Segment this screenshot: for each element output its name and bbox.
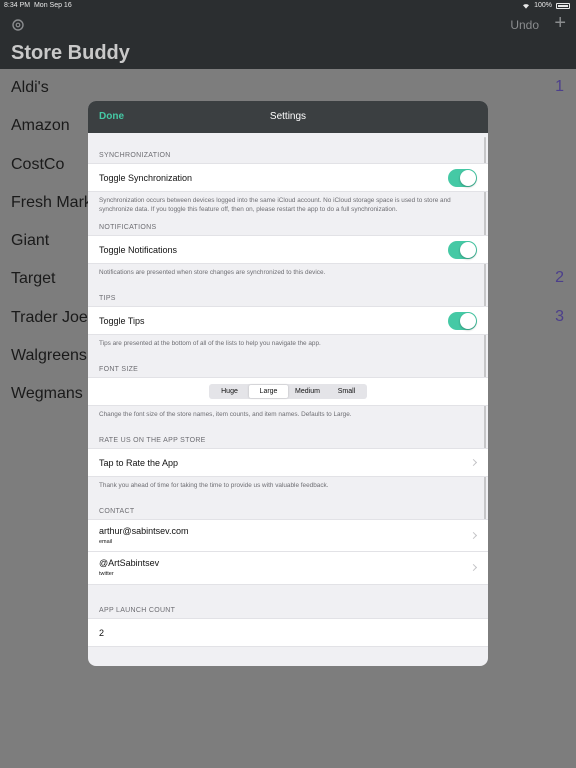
- tips-toggle[interactable]: [448, 312, 477, 330]
- section-header-contact: CONTACT: [99, 508, 135, 515]
- section-header-launch-count: APP LAUNCH COUNT: [99, 607, 176, 614]
- status-time-date: 8:34 PM Mon Sep 16: [4, 2, 72, 9]
- page-title: Store Buddy: [11, 42, 130, 64]
- settings-modal: Done Settings SYNCHRONIZATION Toggle Syn…: [88, 101, 488, 666]
- status-time: 8:34 PM: [4, 2, 31, 9]
- rate-app-cell[interactable]: Tap to Rate the App: [88, 448, 488, 477]
- font-size-small[interactable]: Small: [327, 385, 366, 398]
- section-header-font-size: FONT SIZE: [99, 366, 139, 373]
- add-store-button[interactable]: +: [554, 13, 566, 33]
- modal-header: Done Settings: [88, 101, 488, 133]
- battery-percent: 100%: [534, 2, 552, 9]
- font-size-segmented-control: Huge Large Medium Small: [209, 384, 367, 399]
- font-size-medium[interactable]: Medium: [288, 385, 327, 398]
- store-name: Giant: [11, 232, 50, 250]
- status-right: 100%: [522, 2, 570, 9]
- navigation-bar: Undo + Store Buddy: [0, 12, 576, 69]
- contact-twitter-value: @ArtSabintsev: [99, 558, 160, 568]
- contact-twitter-cell[interactable]: @ArtSabintsev twitter: [88, 552, 488, 585]
- store-name: Trader Joe's: [11, 308, 99, 326]
- store-count: 3: [555, 307, 564, 325]
- chevron-right-icon: [469, 563, 478, 572]
- scroll-indicator[interactable]: [484, 137, 486, 581]
- contact-email-value: arthur@sabintsev.com: [99, 526, 189, 536]
- contact-email-cell[interactable]: arthur@sabintsev.com email: [88, 519, 488, 552]
- contact-twitter-type: twitter: [99, 571, 114, 577]
- section-header-notifications: NOTIFICATIONS: [99, 224, 157, 231]
- store-count: 1: [555, 78, 564, 95]
- status-date: Mon Sep 16: [33, 2, 72, 9]
- store-name: Wegmans: [11, 385, 83, 403]
- store-count: 2: [555, 269, 564, 287]
- rate-app-label: Tap to Rate the App: [99, 458, 179, 468]
- rate-footer: Thank you ahead of time for taking the t…: [99, 482, 329, 489]
- wifi-icon: [523, 3, 530, 9]
- font-size-cell: Huge Large Medium Small: [88, 377, 488, 406]
- store-name: Target: [11, 270, 56, 288]
- launch-count-value: 2: [99, 628, 105, 638]
- sync-label: Toggle Synchronization: [99, 173, 193, 183]
- font-size-footer: Change the font size of the store names,…: [99, 411, 352, 418]
- font-size-huge[interactable]: Huge: [210, 385, 249, 398]
- tips-footer: Tips are presented at the bottom of all …: [99, 340, 321, 347]
- tips-label: Toggle Tips: [99, 316, 145, 326]
- section-header-tips: TIPS: [99, 295, 116, 302]
- launch-count-cell: 2: [88, 618, 488, 647]
- notifications-footer: Notifications are presented when store c…: [99, 269, 326, 276]
- chevron-right-icon: [469, 458, 478, 467]
- modal-title: Settings: [269, 111, 307, 122]
- battery-icon: [556, 2, 570, 9]
- font-size-large[interactable]: Large: [249, 385, 288, 398]
- gear-icon[interactable]: [11, 18, 25, 32]
- sync-toggle[interactable]: [448, 169, 477, 187]
- tips-cell: Toggle Tips: [88, 306, 488, 335]
- store-name: Aldi's: [11, 79, 49, 96]
- section-header-sync: SYNCHRONIZATION: [99, 152, 171, 159]
- notifications-toggle[interactable]: [448, 241, 477, 259]
- section-header-rate: RATE US ON THE APP STORE: [99, 437, 206, 444]
- store-name: Walgreens: [11, 347, 87, 365]
- font-size-control-wrap: Huge Large Medium Small: [88, 378, 488, 399]
- notifications-cell: Toggle Notifications: [88, 235, 488, 264]
- notifications-label: Toggle Notifications: [99, 245, 178, 255]
- chevron-right-icon: [469, 531, 478, 540]
- undo-button[interactable]: Undo: [510, 18, 539, 32]
- contact-email-type: email: [99, 539, 113, 545]
- store-name: CostCo: [11, 155, 65, 173]
- sync-cell: Toggle Synchronization: [88, 163, 488, 192]
- store-name: Amazon: [11, 117, 70, 135]
- status-bar: 8:34 PM Mon Sep 16 100%: [0, 0, 576, 12]
- sync-footer: Synchronization occurs between devices l…: [99, 197, 451, 213]
